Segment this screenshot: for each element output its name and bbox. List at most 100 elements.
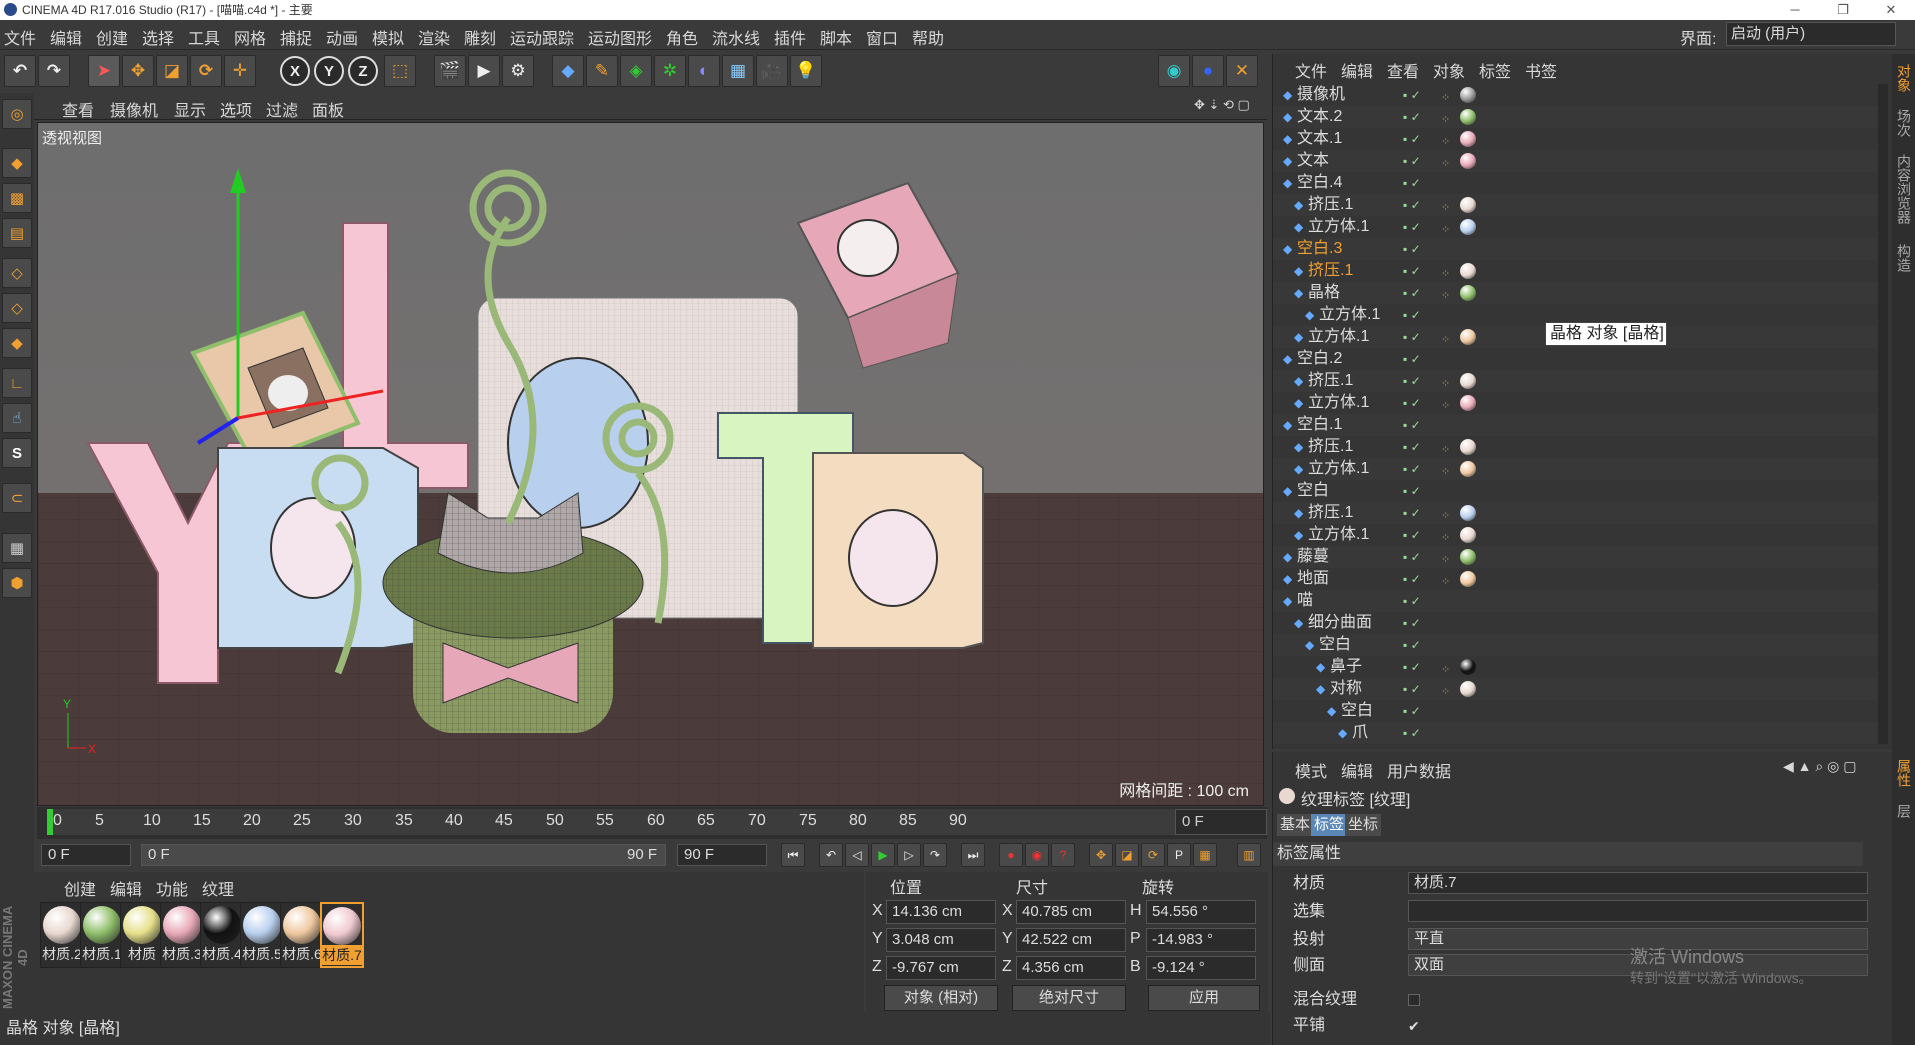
material-menu-create[interactable]: 创建 <box>64 876 96 900</box>
texture-tag-icon[interactable] <box>1460 505 1476 521</box>
object-row[interactable]: ◆ 鼻子 ▪ ✓ ⁘ <box>1273 656 1878 678</box>
material-swatch[interactable]: 材质.3 <box>160 902 204 968</box>
menu-snap[interactable]: 捕捉 <box>280 25 312 49</box>
key-rotation-icon[interactable]: ⟳ <box>1141 843 1165 867</box>
object-name[interactable]: 挤压.1 <box>1308 502 1353 524</box>
object-menu-file[interactable]: 文件 <box>1295 58 1327 82</box>
object-name[interactable]: 挤压.1 <box>1308 436 1353 458</box>
workplane-mode-icon[interactable]: ▤ <box>2 218 32 248</box>
visibility-flags-icon[interactable]: ▪ ✓ <box>1403 568 1443 590</box>
phong-tag-icon[interactable]: ⁘ <box>1441 461 1457 478</box>
end-frame-field[interactable]: 90 F <box>677 844 767 866</box>
phong-tag-icon[interactable]: ⁘ <box>1441 505 1457 522</box>
texture-tag-icon[interactable] <box>1460 439 1476 455</box>
close-icon[interactable]: ✕ <box>1867 0 1915 20</box>
object-name[interactable]: 空白.2 <box>1297 348 1342 370</box>
render-settings-icon[interactable]: ⚙ <box>502 55 534 87</box>
menu-animate[interactable]: 动画 <box>326 25 358 49</box>
phong-tag-icon[interactable]: ⁘ <box>1441 219 1457 236</box>
phong-tag-icon[interactable]: ⁘ <box>1441 197 1457 214</box>
autokey-icon[interactable]: ◉ <box>1025 843 1049 867</box>
object-name[interactable]: 晶格 <box>1308 282 1340 304</box>
tab-attributes[interactable]: 属性 <box>1894 759 1914 787</box>
previous-key-icon[interactable]: ↶ <box>819 843 843 867</box>
texture-tag-icon[interactable] <box>1460 373 1476 389</box>
object-row[interactable]: ◆ 空白.3 ▪ ✓ <box>1273 238 1878 260</box>
viewport-nav-icons[interactable]: ✥ ⇣ ⟲ ▢ <box>1194 97 1250 113</box>
material-field[interactable]: 材质.7 <box>1408 872 1868 894</box>
object-row[interactable]: ◆ 挤压.1 ▪ ✓ ⁘ <box>1273 194 1878 216</box>
deformer-icon[interactable]: ◐ <box>688 55 720 87</box>
texture-tag-icon[interactable] <box>1460 527 1476 543</box>
texture-tag-icon[interactable] <box>1460 197 1476 213</box>
object-row[interactable]: ◆ 藤蔓 ▪ ✓ ⁘ <box>1273 546 1878 568</box>
menu-select[interactable]: 选择 <box>142 25 174 49</box>
visibility-flags-icon[interactable]: ▪ ✓ <box>1403 150 1443 172</box>
light-icon[interactable]: 💡 <box>790 55 822 87</box>
object-name[interactable]: 文本 <box>1297 150 1329 172</box>
y-axis-lock-icon[interactable]: Y <box>314 56 344 86</box>
object-name[interactable]: 对称 <box>1330 678 1362 700</box>
object-row[interactable]: ◆ 立方体.1 ▪ ✓ ⁘ <box>1273 392 1878 414</box>
minimize-icon[interactable]: ─ <box>1771 0 1819 20</box>
render-picture-viewer-icon[interactable]: ▶ <box>468 55 500 87</box>
material-swatch[interactable]: 材质 <box>120 902 164 968</box>
rotate-tool-icon[interactable]: ⟳ <box>190 55 222 87</box>
rot-p-field[interactable]: -14.983 ° <box>1146 928 1256 952</box>
texture-mode-icon[interactable]: ▩ <box>2 183 32 213</box>
keyframe-selection-icon[interactable]: ? <box>1051 843 1075 867</box>
menu-sculpt[interactable]: 雕刻 <box>464 25 496 49</box>
material-swatch[interactable]: 材质.4 <box>200 902 244 968</box>
phong-tag-icon[interactable]: ⁘ <box>1441 681 1457 698</box>
object-menu-view[interactable]: 查看 <box>1387 58 1419 82</box>
coordinate-system-icon[interactable]: ⬚ <box>384 55 416 87</box>
tile-checkbox[interactable]: ✔ <box>1408 1014 1420 1038</box>
object-name[interactable]: 立方体.1 <box>1308 326 1369 348</box>
floor-icon[interactable]: ▦ <box>722 55 754 87</box>
tab-layers[interactable]: 层 <box>1894 804 1914 818</box>
texture-tag-icon[interactable] <box>1460 549 1476 565</box>
menu-pipeline[interactable]: 流水线 <box>712 25 760 49</box>
render-view-icon[interactable]: 🎬 <box>434 55 466 87</box>
menu-script[interactable]: 脚本 <box>820 25 852 49</box>
key-parameter-icon[interactable]: P <box>1167 843 1191 867</box>
edges-mode-icon[interactable]: ◇ <box>2 293 32 323</box>
points-mode-icon[interactable]: ◇ <box>2 258 32 288</box>
phong-tag-icon[interactable]: ⁘ <box>1441 439 1457 456</box>
timeline-track[interactable]: 0 5 10 15 20 25 30 35 40 45 50 55 60 65 … <box>47 809 1207 835</box>
object-name[interactable]: 藤蔓 <box>1297 546 1329 568</box>
object-row[interactable]: ◆ 爪 ▪ ✓ <box>1273 722 1878 744</box>
object-name[interactable]: 爪 <box>1352 722 1368 744</box>
undo-icon[interactable]: ↶ <box>4 55 36 87</box>
object-row[interactable]: ◆ 摄像机 ▪ ✓ ⁘ <box>1273 84 1878 106</box>
visibility-flags-icon[interactable]: ▪ ✓ <box>1403 678 1443 700</box>
visibility-flags-icon[interactable]: ▪ ✓ <box>1403 172 1443 194</box>
record-keys-icon[interactable]: ● <box>999 843 1023 867</box>
object-row[interactable]: ◆ 挤压.1 ▪ ✓ ⁘ <box>1273 260 1878 282</box>
texture-tag-icon[interactable] <box>1460 285 1476 301</box>
menu-mograph[interactable]: 运动图形 <box>588 25 652 49</box>
visibility-flags-icon[interactable]: ▪ ✓ <box>1403 458 1443 480</box>
key-scale-icon[interactable]: ◪ <box>1115 843 1139 867</box>
object-menu-tags[interactable]: 标签 <box>1479 58 1511 82</box>
visibility-flags-icon[interactable]: ▪ ✓ <box>1403 216 1443 238</box>
object-name[interactable]: 细分曲面 <box>1308 612 1372 634</box>
material-swatch[interactable]: 材质.1 <box>80 902 124 968</box>
object-row[interactable]: ◆ 空白.2 ▪ ✓ <box>1273 348 1878 370</box>
model-mode-icon[interactable]: ◆ <box>2 148 32 178</box>
visibility-flags-icon[interactable]: ▪ ✓ <box>1403 282 1443 304</box>
phong-tag-icon[interactable]: ⁘ <box>1441 87 1457 104</box>
visibility-flags-icon[interactable]: ▪ ✓ <box>1403 414 1443 436</box>
texture-tag-icon[interactable] <box>1460 395 1476 411</box>
menu-character[interactable]: 角色 <box>666 25 698 49</box>
viewport-menu-view[interactable]: 查看 <box>62 97 94 121</box>
phong-tag-icon[interactable]: ⁘ <box>1441 659 1457 676</box>
pos-y-field[interactable]: 3.048 cm <box>886 928 996 952</box>
menu-window[interactable]: 窗口 <box>866 25 898 49</box>
viewport-menu-filter[interactable]: 过滤 <box>266 97 298 121</box>
object-name[interactable]: 挤压.1 <box>1308 194 1353 216</box>
attr-menu-user-data[interactable]: 用户数据 <box>1387 758 1451 782</box>
object-name[interactable]: 立方体.1 <box>1308 216 1369 238</box>
phong-tag-icon[interactable]: ⁘ <box>1441 329 1457 346</box>
make-editable-icon[interactable]: ◎ <box>2 99 32 129</box>
